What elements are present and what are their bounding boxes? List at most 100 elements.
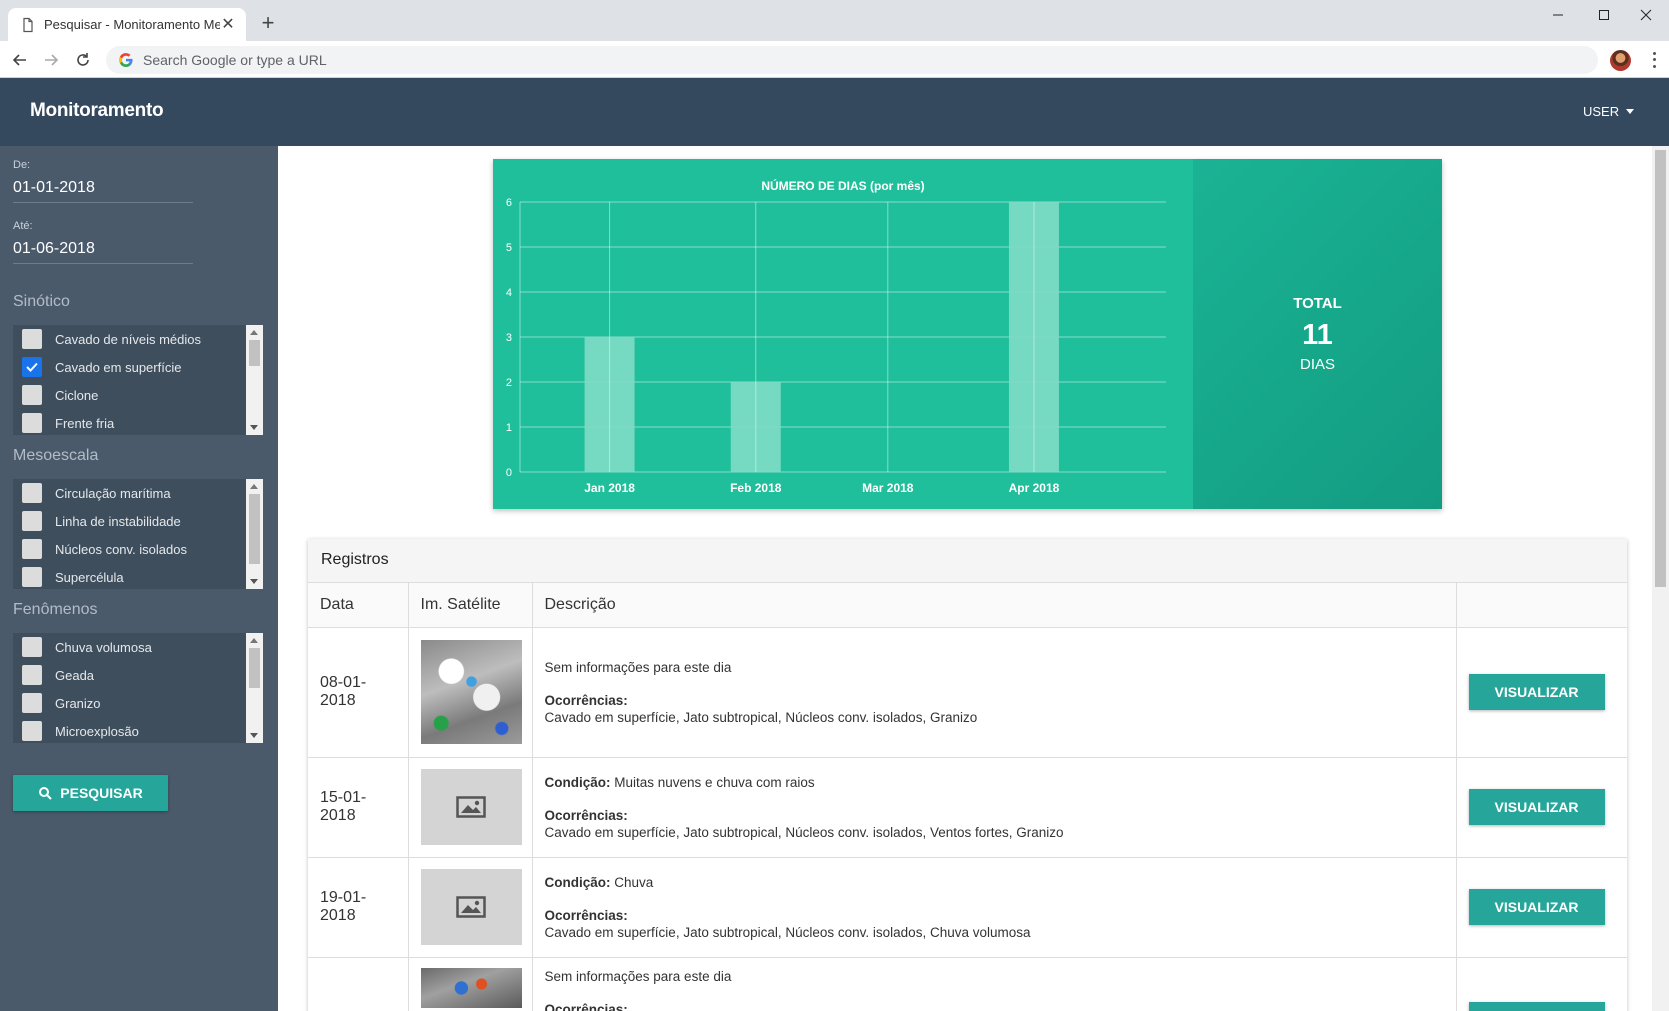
row-description: Sem informações para este dia Ocorrência…	[532, 627, 1457, 758]
occurrences-label: Ocorrências:	[544, 807, 628, 823]
view-button[interactable]: VISUALIZAR	[1468, 1001, 1605, 1011]
checkbox-item[interactable]: Geada	[13, 661, 263, 689]
checkbox-item[interactable]: Núcleos conv. isolados	[13, 535, 263, 563]
checkbox-checked[interactable]	[22, 357, 42, 377]
checkbox-item[interactable]: Granizo	[13, 689, 263, 717]
checklist-fenomenos[interactable]: Chuva volumosa Geada Granizo Microexplos…	[13, 633, 263, 743]
more-menu-icon[interactable]	[1646, 50, 1662, 70]
checkbox[interactable]	[22, 693, 42, 713]
table-row: 19-01-2018 Condição: Chuva Ocorrências: …	[308, 857, 1627, 958]
row-date: 19-01-2018	[308, 857, 409, 958]
checkbox-item[interactable]: Microexplosão	[13, 717, 263, 743]
total-panel: TOTAL 11 DIAS	[1193, 159, 1442, 509]
list-scrollbar[interactable]	[246, 479, 263, 589]
filter-sidebar: De: 01-01-2018 Até: 01-06-2018 Sinótico …	[0, 146, 278, 1011]
checkbox-label: Supercélula	[55, 569, 124, 585]
checkbox-item[interactable]: Supercélula	[13, 563, 263, 589]
view-button[interactable]: VISUALIZAR	[1468, 674, 1605, 710]
row-actions: VISUALIZAR	[1456, 957, 1627, 1011]
section-title-fenomenos: Fenômenos	[13, 601, 98, 618]
from-date-input[interactable]: 01-01-2018	[13, 179, 95, 197]
checkbox[interactable]	[22, 329, 42, 349]
image-placeholder[interactable]	[420, 769, 522, 845]
forward-icon[interactable]	[37, 46, 65, 74]
omnibox-placeholder: Search Google or type a URL	[143, 52, 327, 68]
close-icon[interactable]: ✕	[220, 16, 236, 33]
row-satellite-cell	[408, 757, 533, 858]
browser-tabstrip: Pesquisar - Monitoramento Mete ✕ +	[0, 0, 1669, 41]
scroll-down-icon[interactable]	[250, 425, 258, 430]
occurrences-label: Ocorrências:	[544, 907, 628, 923]
total-value: 11	[1302, 319, 1333, 351]
search-button[interactable]: PESQUISAR	[13, 775, 168, 811]
view-button[interactable]: VISUALIZAR	[1468, 889, 1605, 925]
column-header-date: Data	[308, 583, 409, 628]
to-date-input[interactable]: 01-06-2018	[13, 240, 95, 258]
scroll-thumb[interactable]	[249, 340, 260, 366]
browser-tab[interactable]: Pesquisar - Monitoramento Mete ✕	[8, 8, 246, 41]
total-unit: DIAS	[1299, 356, 1335, 373]
list-scrollbar[interactable]	[246, 325, 263, 435]
view-button[interactable]: VISUALIZAR	[1468, 789, 1605, 825]
checkbox-label: Geada	[55, 667, 95, 683]
records-table: Data Im. Satélite Descrição 08-01-2018 S…	[308, 583, 1627, 1011]
window-close-icon[interactable]	[1623, 0, 1669, 30]
checkbox[interactable]	[22, 539, 42, 559]
checkbox-label: Linha de instabilidade	[55, 513, 181, 529]
x-tick-label: Apr 2018	[1009, 481, 1060, 495]
checkbox-item[interactable]: Linha de instabilidade	[13, 507, 263, 535]
row-condition-text: Muitas nuvens e chuva com raios	[614, 774, 815, 790]
checkbox[interactable]	[22, 385, 42, 405]
checkbox[interactable]	[22, 413, 42, 433]
row-condition-text: Sem informações para este dia	[544, 659, 732, 675]
checkbox-item[interactable]: Ciclone	[13, 381, 263, 409]
checkbox-item[interactable]: Cavado de níveis médios	[13, 325, 263, 353]
user-menu[interactable]: USER	[1583, 104, 1635, 119]
checkbox[interactable]	[22, 721, 42, 741]
row-actions: VISUALIZAR	[1456, 857, 1627, 958]
scroll-up-icon[interactable]	[250, 330, 258, 335]
scroll-down-icon[interactable]	[250, 579, 258, 584]
satellite-image[interactable]	[420, 967, 522, 1008]
list-scrollbar[interactable]	[246, 633, 263, 743]
checkbox[interactable]	[22, 483, 42, 503]
occurrences-label: Ocorrências:	[544, 692, 628, 708]
brand-title[interactable]: Monitoramento	[30, 100, 164, 122]
row-satellite-cell	[408, 957, 533, 1011]
scroll-thumb[interactable]	[249, 494, 260, 564]
image-placeholder[interactable]	[420, 869, 522, 945]
to-date-underline	[13, 263, 193, 264]
row-date: 08-01-2018	[308, 627, 409, 758]
chart-area: 0 1 2 3 4 5 6 Jan 2018 Feb 2018 Mar 2018 Apr 2018 …	[493, 159, 1193, 509]
scroll-down-icon[interactable]	[250, 733, 258, 738]
back-icon[interactable]	[6, 46, 34, 74]
checklist-sinotico[interactable]: Cavado de níveis médios Cavado em superf…	[13, 325, 263, 435]
image-icon	[456, 896, 486, 918]
checklist-mesoescala[interactable]: Circulação marítima Linha de instabilida…	[13, 479, 263, 589]
checkmark-icon	[26, 362, 38, 372]
to-date-label: Até:	[13, 220, 33, 232]
checkbox[interactable]	[22, 665, 42, 685]
minimize-icon[interactable]	[1535, 0, 1581, 30]
satellite-image[interactable]	[420, 640, 522, 744]
checkbox[interactable]	[22, 511, 42, 531]
checkbox-item[interactable]: Cavado em superfície	[13, 353, 263, 381]
new-tab-icon[interactable]: +	[256, 12, 280, 36]
page-scroll-thumb[interactable]	[1655, 150, 1666, 587]
checkbox-item[interactable]: Frente fria	[13, 409, 263, 435]
profile-avatar[interactable]	[1610, 50, 1631, 71]
scroll-thumb[interactable]	[249, 648, 260, 688]
section-title-mesoescala: Mesoescala	[13, 447, 99, 464]
scroll-up-icon[interactable]	[250, 638, 258, 643]
maximize-icon[interactable]	[1581, 0, 1627, 30]
checkbox-item[interactable]: Circulação marítima	[13, 479, 263, 507]
search-icon	[39, 787, 52, 800]
scroll-up-icon[interactable]	[250, 484, 258, 489]
y-tick-label: 4	[506, 287, 512, 299]
checkbox[interactable]	[22, 637, 42, 657]
address-bar[interactable]: Search Google or type a URL	[106, 46, 1598, 74]
checkbox[interactable]	[22, 567, 42, 587]
reload-icon[interactable]	[69, 46, 97, 74]
page-scrollbar[interactable]	[1652, 146, 1669, 1011]
checkbox-item[interactable]: Chuva volumosa	[13, 633, 263, 661]
